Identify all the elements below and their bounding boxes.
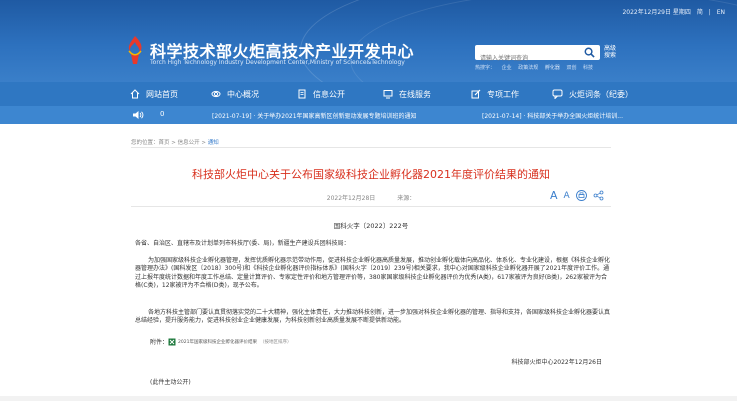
nav-item-special-work[interactable]: 专项工作: [471, 82, 519, 106]
nav-label: 在线服务: [399, 89, 431, 99]
disclosure-note: (此件主动公开): [150, 379, 191, 386]
nav-item-overview[interactable]: 中心概况: [211, 82, 259, 106]
lang-cn-link[interactable]: 简: [697, 9, 703, 16]
advanced-search-link[interactable]: 高级搜索: [604, 45, 618, 59]
search-icon[interactable]: [584, 47, 595, 58]
print-icon[interactable]: [575, 190, 587, 201]
site-subtitle: Torch High Technology Industry Developme…: [150, 59, 405, 66]
breadcrumb-separator: >: [199, 140, 208, 146]
nav-item-home[interactable]: 网站首页: [130, 82, 178, 106]
top-bar: 2022年12月29日 星期四 简 | EN: [618, 7, 725, 16]
hot-word-link[interactable]: 科技: [583, 65, 593, 71]
article-tools: A A: [550, 189, 604, 202]
nav-label: 信息公开: [313, 89, 345, 99]
font-smaller-button[interactable]: A: [564, 191, 570, 201]
divider: [131, 147, 611, 148]
salutation: 各省、自治区、直辖市及计划单列市科技厅(委、局)，新疆生产建设兵团科技局：: [135, 240, 350, 247]
nav-label: 中心概况: [227, 89, 259, 99]
document-icon: [298, 89, 306, 99]
article-source: 来源：: [397, 195, 416, 202]
ticker-news-link[interactable]: [2021-07-14] · 科技部关于举办全国火炬统计培训...: [482, 111, 623, 120]
ticker-count: 0: [160, 110, 165, 118]
hot-word-link[interactable]: 双创: [566, 65, 576, 71]
speaker-icon: [133, 111, 144, 119]
torch-logo-icon[interactable]: [125, 36, 145, 64]
hot-word-link[interactable]: 政策法规: [518, 65, 538, 71]
chat-icon: [552, 89, 563, 99]
news-ticker: 0 [2021-07-19] · 关于举办2021年国家高新区创新驱动发展专题培…: [120, 106, 623, 124]
search-box: [475, 45, 600, 66]
breadcrumb-section-link[interactable]: 信息公开: [178, 140, 200, 146]
breadcrumb-separator: >: [169, 140, 178, 146]
hot-word-link[interactable]: 企业: [502, 65, 512, 71]
article-meta: 2022年12月28日 来源：: [131, 193, 611, 202]
article-paragraph: 各地方科技主管部门要认真贯彻落实党的二十大精神，强化主体责任，大力推动科技创新，…: [135, 309, 611, 325]
attachment-link[interactable]: 2021年国家级科技企业孵化器评价结果: [178, 339, 257, 345]
hot-word-link[interactable]: 孵化器: [545, 65, 560, 71]
nav-label: 专项工作: [487, 89, 519, 99]
article-title: 科技部火炬中心关于公布国家级科技企业孵化器2021年度评价结果的通知: [192, 168, 550, 181]
attachment-note: （按地区排序）: [259, 339, 292, 345]
hot-words: 热搜字： 企业 政策法规 孵化器 双创 科技: [475, 64, 598, 71]
hot-words-label: 热搜字：: [475, 65, 496, 71]
lang-en-link[interactable]: EN: [717, 9, 725, 16]
share-icon[interactable]: [593, 190, 604, 201]
nav-label: 火炬词条（纪委）: [569, 89, 633, 99]
article-paragraph: 为加强国家级科技企业孵化器管理，发挥优质孵化器示范带动作用，促进科技企业孵化器高…: [135, 257, 611, 290]
breadcrumb-current[interactable]: 通知: [208, 140, 219, 146]
lang-separator: |: [708, 9, 711, 16]
nav-item-services[interactable]: 在线服务: [383, 82, 431, 106]
article-date: 2022年12月28日: [326, 195, 376, 202]
nav-label: 网站首页: [146, 89, 178, 99]
divider: [131, 206, 611, 207]
font-larger-button[interactable]: A: [550, 189, 558, 202]
edit-icon: [471, 89, 481, 99]
breadcrumb-prefix: 您的位置：: [131, 140, 159, 146]
breadcrumb-home-link[interactable]: 首页: [159, 140, 170, 146]
home-icon: [130, 89, 140, 99]
nav-item-torch-terms[interactable]: 火炬词条（纪委）: [552, 82, 633, 106]
document-number: 国科火字〔2022〕222号: [333, 222, 409, 230]
attachment-label: 附件：: [150, 339, 169, 346]
attachment: 附件： 2021年国家级科技企业孵化器评价结果 （按地区排序）: [150, 337, 291, 346]
signature: 科技部火炬中心2022年12月26日: [511, 359, 602, 366]
breadcrumb: 您的位置：首页 > 信息公开 > 通知: [131, 138, 219, 146]
date-text: 2022年12月29日 星期四: [622, 9, 691, 16]
ring-icon: [211, 90, 221, 98]
page-bottom-bar: [0, 396, 737, 401]
main-nav: 网站首页 中心概况 信息公开 在线服务 专项工作 火炬词条（纪委）: [120, 82, 633, 106]
ticker-news-link[interactable]: [2021-07-19] · 关于举办2021年国家高新区创新驱动发展专题培训班…: [212, 111, 417, 120]
nav-item-disclosure[interactable]: 信息公开: [297, 82, 345, 106]
monitor-icon: [383, 90, 393, 99]
excel-file-icon: [168, 338, 176, 345]
